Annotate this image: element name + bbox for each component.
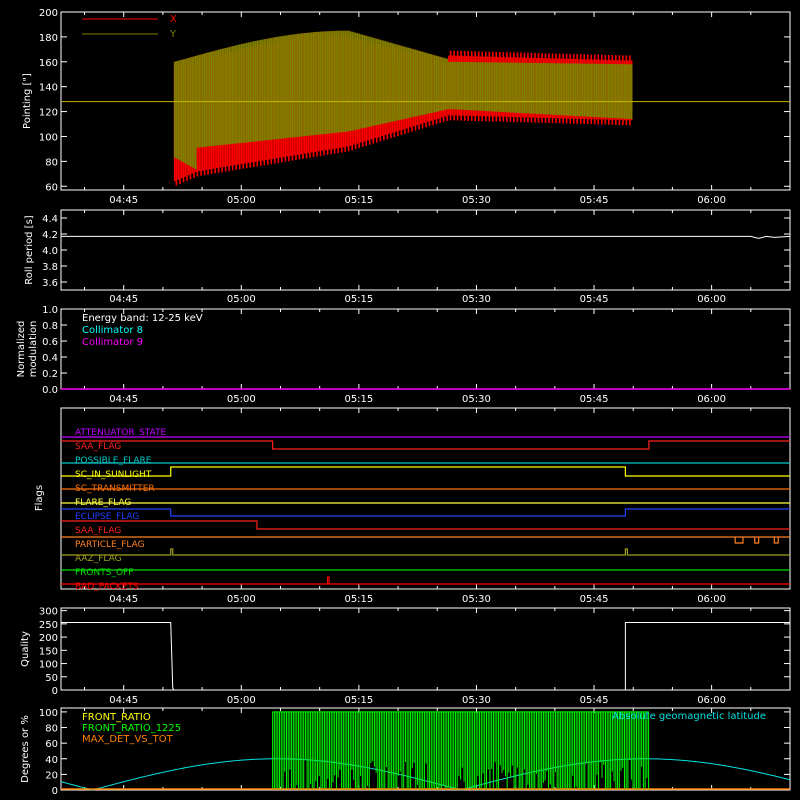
- time-tick-label: 05:30: [462, 695, 491, 706]
- time-tick-label: 05:00: [227, 695, 256, 706]
- time-tick-label: 06:00: [697, 594, 726, 605]
- time-tick-label: 06:00: [697, 294, 726, 305]
- y-tick-label: 140: [39, 83, 58, 94]
- time-tick-label: 05:30: [462, 294, 491, 305]
- flag-label: SC_IN_SUNLIGHT: [75, 470, 152, 480]
- y-tick-label: 100: [39, 660, 58, 671]
- y-tick-label: 180: [39, 33, 58, 44]
- time-tick-label: 05:45: [580, 195, 609, 206]
- y-tick-label: 250: [39, 620, 58, 631]
- geo-latitude-label: Absolute geomagnetic latitude: [612, 711, 766, 722]
- y-tick-label: 150: [39, 646, 58, 657]
- y-tick-label: 80: [45, 724, 58, 735]
- y-tick-label: 20: [45, 770, 58, 781]
- y-tick-label: 40: [45, 755, 58, 766]
- y-tick-label: 0.6: [42, 337, 58, 348]
- y-tick-label: 0: [52, 786, 58, 797]
- flag-label: SAA_FLAG: [75, 442, 121, 452]
- y-tick-label: 4.2: [42, 230, 58, 241]
- time-tick-label: 04:45: [109, 394, 138, 405]
- y-tick-label: 1.0: [42, 305, 58, 316]
- time-tick-label: 04:45: [109, 695, 138, 706]
- y-tick-label: 0: [52, 686, 58, 697]
- time-tick-label: 05:15: [344, 695, 373, 706]
- y-tick-label: 50: [45, 673, 58, 684]
- time-tick-label: 06:00: [697, 394, 726, 405]
- time-tick-label: 05:30: [462, 594, 491, 605]
- flag-label: SAA_FLAG: [75, 526, 121, 536]
- y-tick-label: 120: [39, 108, 58, 119]
- time-tick-label: 05:45: [580, 294, 609, 305]
- legend-y-label: Y: [169, 29, 177, 40]
- geo-ylabel: Degrees or %: [20, 715, 31, 783]
- time-tick-label: 04:45: [109, 594, 138, 605]
- y-tick-label: 60: [45, 739, 58, 750]
- geo-legend-front-ratio-1225: FRONT_RATIO_1225: [82, 723, 181, 734]
- pointing-ylabel: Pointing ["]: [22, 73, 33, 129]
- modulation-legend-collimator8: Collimator 8: [82, 325, 143, 336]
- time-tick-label: 05:15: [344, 394, 373, 405]
- y-tick-label: 4.4: [42, 214, 58, 225]
- modulation-ylabel-line2: modulation: [28, 321, 39, 378]
- rhessi-quicklook-chart: 04:45 05:00 05:15 05:30 05:45 06:00 60 80 100 120…: [0, 0, 800, 800]
- roll-ylabel: Roll period [s]: [24, 215, 35, 284]
- y-tick-label: 100: [39, 132, 58, 143]
- flags-ylabel: Flags: [34, 485, 45, 511]
- y-tick-label: 60: [45, 182, 58, 193]
- y-tick-label: 0.2: [42, 369, 58, 380]
- y-tick-label: 3.6: [42, 278, 58, 289]
- y-tick-label: 100: [39, 708, 58, 719]
- time-tick-label: 06:00: [697, 195, 726, 206]
- time-tick-label: 05:45: [580, 695, 609, 706]
- time-tick-label: 05:00: [227, 594, 256, 605]
- time-tick-label: 05:30: [462, 195, 491, 206]
- time-tick-label: 04:45: [109, 294, 138, 305]
- time-tick-label: 05:00: [227, 195, 256, 206]
- y-tick-label: 200: [39, 8, 58, 19]
- y-tick-label: 3.8: [42, 262, 58, 273]
- modulation-legend-collimator9: Collimator 9: [82, 337, 143, 348]
- time-tick-label: 05:00: [227, 394, 256, 405]
- y-tick-label: 300: [39, 607, 58, 618]
- quality-ylabel: Quality: [20, 631, 31, 667]
- y-tick-label: 4.0: [42, 246, 58, 257]
- time-tick-label: 05:15: [344, 294, 373, 305]
- legend-x-label: X: [170, 14, 177, 25]
- y-tick-label: 200: [39, 633, 58, 644]
- modulation-ylabel-line1: Normalized: [16, 321, 27, 378]
- y-tick-label: 80: [45, 157, 58, 168]
- y-tick-label: 0.0: [42, 385, 58, 396]
- modulation-legend-energy: Energy band: 12-25 keV: [82, 313, 203, 324]
- y-tick-label: 160: [39, 58, 58, 69]
- y-tick-label: 0.4: [42, 353, 58, 364]
- geo-legend-front-ratio: FRONT_RATIO: [82, 712, 151, 723]
- time-tick-label: 05:45: [580, 594, 609, 605]
- time-tick-label: 05:30: [462, 394, 491, 405]
- time-tick-label: 05:00: [227, 294, 256, 305]
- y-tick-label: 0.8: [42, 321, 58, 332]
- time-tick-label: 05:45: [580, 394, 609, 405]
- flag-label: PARTICLE_FLAG: [75, 540, 145, 550]
- geo-legend-max-det: MAX_DET_VS_TOT: [82, 734, 174, 745]
- flag-label: POSSIBLE_FLARE: [75, 456, 152, 466]
- time-tick-label: 04:45: [109, 195, 138, 206]
- time-tick-label: 05:15: [344, 195, 373, 206]
- time-tick-label: 05:15: [344, 594, 373, 605]
- time-tick-label: 06:00: [697, 695, 726, 706]
